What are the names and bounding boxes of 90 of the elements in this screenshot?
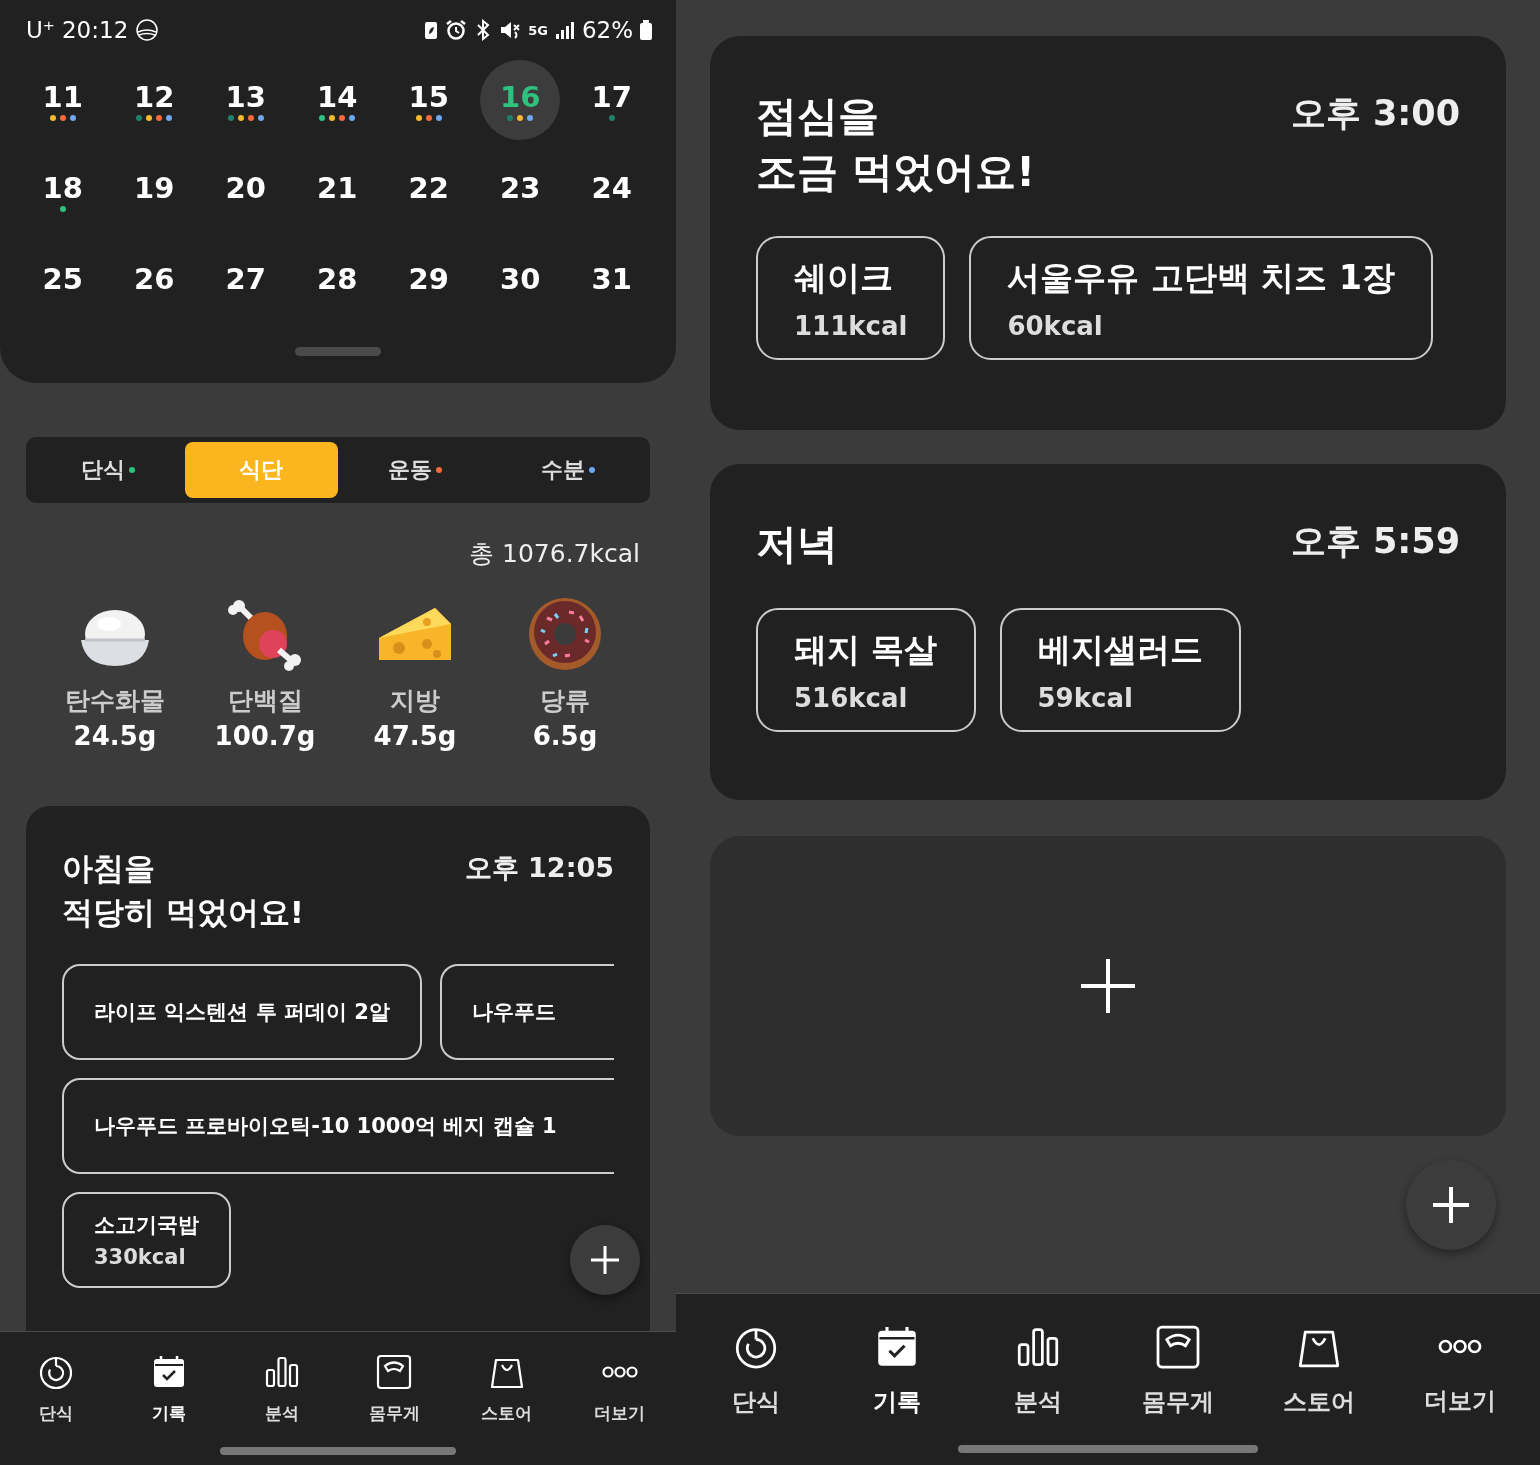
calendar-day[interactable]: 21	[297, 151, 378, 231]
nav-tab[interactable]: 스토어	[1248, 1322, 1390, 1418]
meal-title: 아침을 적당히 먹었어요!	[62, 849, 304, 932]
nutrient-amount: 24.5g	[73, 721, 157, 751]
calendar-day[interactable]: 30	[480, 242, 561, 322]
battery-icon	[640, 20, 652, 40]
food-calories: 330kcal	[94, 1245, 187, 1269]
meal-title: 점심을 조금 먹었어요!	[756, 91, 1035, 198]
nutrient-name: 당류	[540, 685, 590, 717]
mute-icon	[499, 19, 522, 41]
calendar-day[interactable]: 14	[297, 60, 378, 140]
food-name: 라이프 익스텐션 투 퍼데이 2알	[94, 999, 390, 1026]
plus-icon	[1079, 957, 1137, 1015]
home-indicator[interactable]	[958, 1445, 1258, 1453]
add-meal-button[interactable]	[710, 836, 1506, 1136]
category-tab[interactable]: 수분	[491, 442, 645, 498]
calendar-day[interactable]: 31	[571, 242, 652, 322]
plus-icon	[589, 1244, 621, 1276]
nav-tab[interactable]: 단식	[686, 1322, 827, 1418]
more-icon	[599, 1365, 640, 1379]
calendar-day[interactable]: 19	[114, 151, 195, 231]
alarm-icon	[445, 19, 468, 41]
network-label: 5G	[528, 22, 548, 38]
clock-time: 20:12	[62, 17, 129, 43]
nav-tab[interactable]: 몸무게	[1108, 1322, 1249, 1418]
category-tab[interactable]: 단식	[31, 442, 185, 498]
food-name: 나우푸드	[471, 999, 557, 1026]
nav-tab[interactable]: 몸무게	[338, 1352, 451, 1425]
food-chip[interactable]: 나우푸드	[439, 964, 614, 1060]
calendar-day[interactable]: 20	[205, 151, 286, 231]
calendar-day[interactable]: 26	[114, 242, 195, 322]
nutrient-amount: 47.5g	[373, 721, 457, 751]
food-name: 베지샐러드	[1037, 628, 1203, 671]
food-name: 서울우유 고단백 치즈 1장	[1007, 256, 1395, 299]
total-calories: 총 1076.7kcal	[469, 538, 640, 570]
food-chip[interactable]: 쉐이크 111kcal	[756, 236, 946, 360]
nutrient-name: 단백질	[227, 685, 303, 717]
food-name: 소고기국밥	[94, 1212, 199, 1239]
meal-time: 오후 12:05	[464, 851, 614, 885]
nav-tab[interactable]: 분석	[225, 1352, 338, 1425]
nutrient-amount: 6.5g	[532, 721, 598, 751]
nav-tab[interactable]: 단식	[0, 1352, 113, 1425]
nav-tab[interactable]: 기록	[826, 1322, 968, 1418]
nav-tab[interactable]: 더보기	[563, 1352, 676, 1425]
calendar-day[interactable]: 12	[114, 60, 195, 140]
signal-icon	[554, 20, 575, 40]
food-calories: 111kcal	[794, 310, 908, 341]
food-chip[interactable]: 라이프 익스텐션 투 퍼데이 2알	[62, 964, 422, 1060]
calendar-day[interactable]: 11	[22, 60, 103, 140]
home-indicator[interactable]	[220, 1447, 456, 1455]
food-chip[interactable]: 돼지 목살 516kcal	[756, 608, 976, 732]
food-calories: 516kcal	[794, 682, 909, 713]
food-name: 쉐이크	[794, 256, 894, 299]
nav-tab[interactable]: 더보기	[1389, 1322, 1530, 1417]
meal-time: 오후 3:00	[1290, 92, 1460, 135]
battery-saver-icon	[424, 20, 439, 40]
calendar-day[interactable]: 28	[297, 242, 378, 322]
nav-tab[interactable]: 기록	[112, 1352, 226, 1425]
nav-tab[interactable]: 스토어	[450, 1352, 564, 1425]
calendar-day[interactable]: 13	[205, 60, 286, 140]
carrier-label: U⁺	[26, 17, 55, 43]
meal-time: 오후 5:59	[1290, 520, 1460, 563]
drag-handle[interactable]	[295, 347, 381, 356]
food-chip[interactable]: 나우푸드 프로바이오틱-10 1000억 베지 캡슐 1	[62, 1078, 614, 1174]
nav-tab[interactable]: 분석	[967, 1322, 1108, 1418]
nutrient-amount: 100.7g	[214, 721, 316, 751]
calendar-day[interactable]: 24	[571, 151, 652, 231]
calendar-day[interactable]: 29	[388, 242, 469, 322]
calendar-day[interactable]: 18	[22, 151, 103, 231]
food-calories: 60kcal	[1007, 310, 1104, 341]
category-tab[interactable]: 운동	[338, 442, 492, 498]
food-chip[interactable]: 서울우유 고단백 치즈 1장 60kcal	[969, 236, 1433, 360]
food-chip[interactable]: 베지샐러드 59kcal	[999, 608, 1241, 732]
nutrient-name: 탄수화물	[65, 685, 165, 717]
battery-percent: 62%	[581, 17, 633, 43]
food-name: 돼지 목살	[794, 628, 938, 671]
nutrient-name: 지방	[390, 685, 440, 717]
calendar-day[interactable]: 22	[388, 151, 469, 231]
food-calories: 59kcal	[1037, 682, 1134, 713]
food-name: 나우푸드 프로바이오틱-10 1000억 베지 캡슐 1	[94, 1113, 558, 1140]
calendar-day[interactable]: 16	[480, 60, 561, 140]
food-chip[interactable]: 소고기국밥 330kcal	[62, 1192, 231, 1288]
calendar-day[interactable]: 17	[571, 60, 652, 140]
app-notification-icon	[135, 18, 160, 42]
plus-icon	[1431, 1185, 1471, 1225]
calendar-day[interactable]: 25	[22, 242, 103, 322]
meal-title: 저녁	[756, 519, 838, 570]
calendar-day[interactable]: 27	[205, 242, 286, 322]
calendar-day[interactable]: 15	[388, 60, 469, 140]
calendar-day[interactable]: 23	[480, 151, 561, 231]
